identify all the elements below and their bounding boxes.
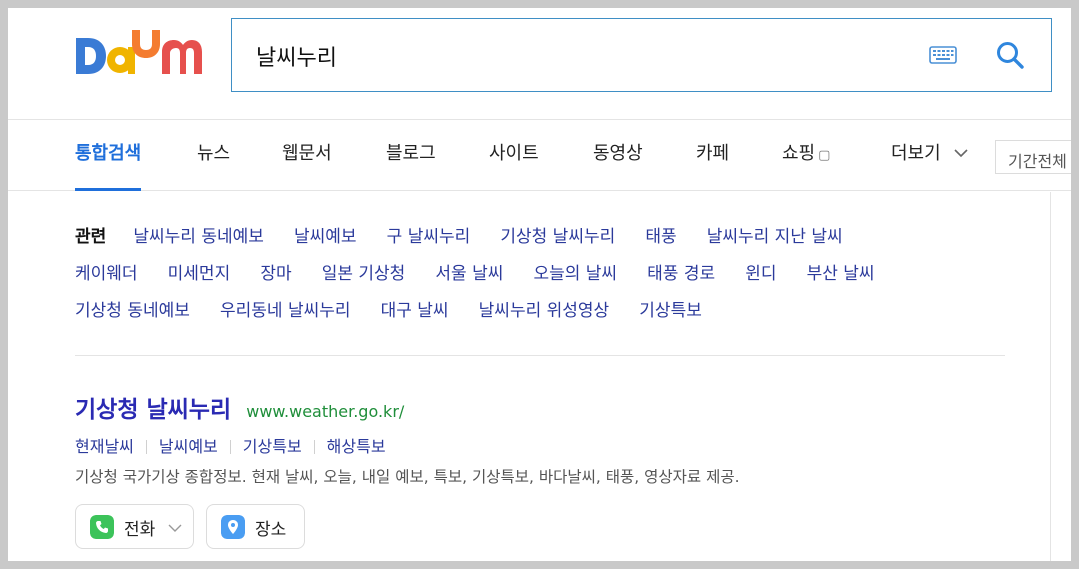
- related-link[interactable]: 태풍 경로: [647, 264, 715, 284]
- tab-shopping-label: 쇼핑: [782, 143, 816, 164]
- results-area: 관련 날씨누리 동네예보 날씨예보 구 날씨누리 기상청 날씨누리 태풍 날씨누…: [8, 192, 1050, 561]
- related-link[interactable]: 미세먼지: [168, 264, 231, 284]
- location-pin-icon: [221, 515, 245, 539]
- search-tabs: 통합검색 뉴스 웹문서 블로그 사이트 동영상 카페 쇼핑 ▢ 더보기 기간전체: [8, 121, 1071, 191]
- search-icon[interactable]: [995, 40, 1025, 70]
- result-sublinks: 현재날씨 날씨예보 기상특보 해상특보: [75, 433, 386, 457]
- related-link[interactable]: 날씨누리 위성영상: [479, 301, 610, 321]
- related-link[interactable]: 윈디: [745, 264, 776, 284]
- column-divider: [1050, 192, 1051, 561]
- daum-logo[interactable]: [74, 26, 202, 84]
- related-link[interactable]: 케이웨더: [75, 264, 138, 284]
- tab-shopping[interactable]: 쇼핑 ▢: [782, 121, 830, 191]
- related-link[interactable]: 장마: [260, 264, 291, 284]
- related-link[interactable]: 기상청 동네예보: [75, 301, 190, 321]
- keyboard-icon[interactable]: [929, 45, 957, 65]
- sublink[interactable]: 날씨예보: [159, 437, 218, 456]
- related-link[interactable]: 구 날씨누리: [387, 227, 471, 247]
- phone-button[interactable]: 전화: [75, 504, 194, 549]
- tab-more-label: 더보기: [891, 143, 941, 164]
- related-link[interactable]: 일본 기상청: [322, 264, 406, 284]
- related-link[interactable]: 서울 날씨: [435, 264, 503, 284]
- related-link[interactable]: 태풍: [645, 227, 676, 247]
- related-link[interactable]: 부산 날씨: [807, 264, 875, 284]
- result-url-link[interactable]: www.weather.go.kr/: [246, 402, 404, 421]
- related-link[interactable]: 기상특보: [639, 301, 702, 321]
- related-link[interactable]: 대구 날씨: [381, 301, 449, 321]
- related-link[interactable]: 날씨예보: [294, 227, 357, 247]
- separator: [229, 440, 231, 454]
- result-description: 기상청 국가기상 종합정보. 현재 날씨, 오늘, 내일 예보, 특보, 기상특…: [75, 468, 740, 486]
- external-window-icon: ▢: [818, 148, 831, 163]
- location-button[interactable]: 장소: [206, 504, 305, 549]
- related-link[interactable]: 기상청 날씨누리: [500, 227, 615, 247]
- section-divider: [75, 355, 1005, 356]
- separator: [313, 440, 315, 454]
- chevron-down-icon: [954, 149, 968, 158]
- sublink[interactable]: 기상특보: [243, 437, 302, 456]
- sublink[interactable]: 해상특보: [327, 437, 386, 456]
- phone-label: 전화: [124, 520, 156, 540]
- browser-frame: 통합검색 뉴스 웹문서 블로그 사이트 동영상 카페 쇼핑▢ 더보기 기간전체 …: [8, 8, 1071, 561]
- result-header: 기상청 날씨누리 www.weather.go.kr/: [75, 390, 404, 424]
- related-link[interactable]: 날씨누리 지난 날씨: [707, 227, 843, 247]
- related-link[interactable]: 날씨누리 동네예보: [133, 227, 264, 247]
- tab-blog[interactable]: 블로그: [386, 121, 436, 191]
- result-title-link[interactable]: 기상청 날씨누리: [75, 397, 231, 423]
- related-link[interactable]: 오늘의 날씨: [533, 264, 617, 284]
- sublink[interactable]: 현재날씨: [75, 437, 134, 456]
- chevron-down-icon: [168, 524, 182, 532]
- search-box: [231, 18, 1052, 92]
- related-label: 관련: [75, 227, 107, 247]
- separator: [145, 440, 147, 454]
- related-row: 관련 날씨누리 동네예보 날씨예보 구 날씨누리 기상청 날씨누리 태풍 날씨누…: [75, 222, 868, 247]
- tab-integrated-search[interactable]: 통합검색: [75, 121, 142, 191]
- related-link[interactable]: 우리동네 날씨누리: [220, 301, 351, 321]
- period-filter[interactable]: 기간전체: [995, 140, 1071, 174]
- tab-cafe[interactable]: 카페: [696, 121, 729, 191]
- tab-more[interactable]: 더보기: [891, 121, 968, 191]
- related-row: 케이웨더 미세먼지 장마 일본 기상청 서울 날씨 오늘의 날씨 태풍 경로 윈…: [75, 259, 900, 284]
- tab-web-documents[interactable]: 웹문서: [282, 121, 332, 191]
- header: [8, 8, 1071, 120]
- tab-news[interactable]: 뉴스: [197, 121, 230, 191]
- tab-video[interactable]: 동영상: [593, 121, 643, 191]
- location-label: 장소: [255, 520, 287, 540]
- search-input[interactable]: [256, 39, 896, 73]
- phone-icon: [90, 515, 114, 539]
- related-row: 기상청 동네예보 우리동네 날씨누리 대구 날씨 날씨누리 위성영상 기상특보: [75, 296, 727, 321]
- tab-site[interactable]: 사이트: [489, 121, 539, 191]
